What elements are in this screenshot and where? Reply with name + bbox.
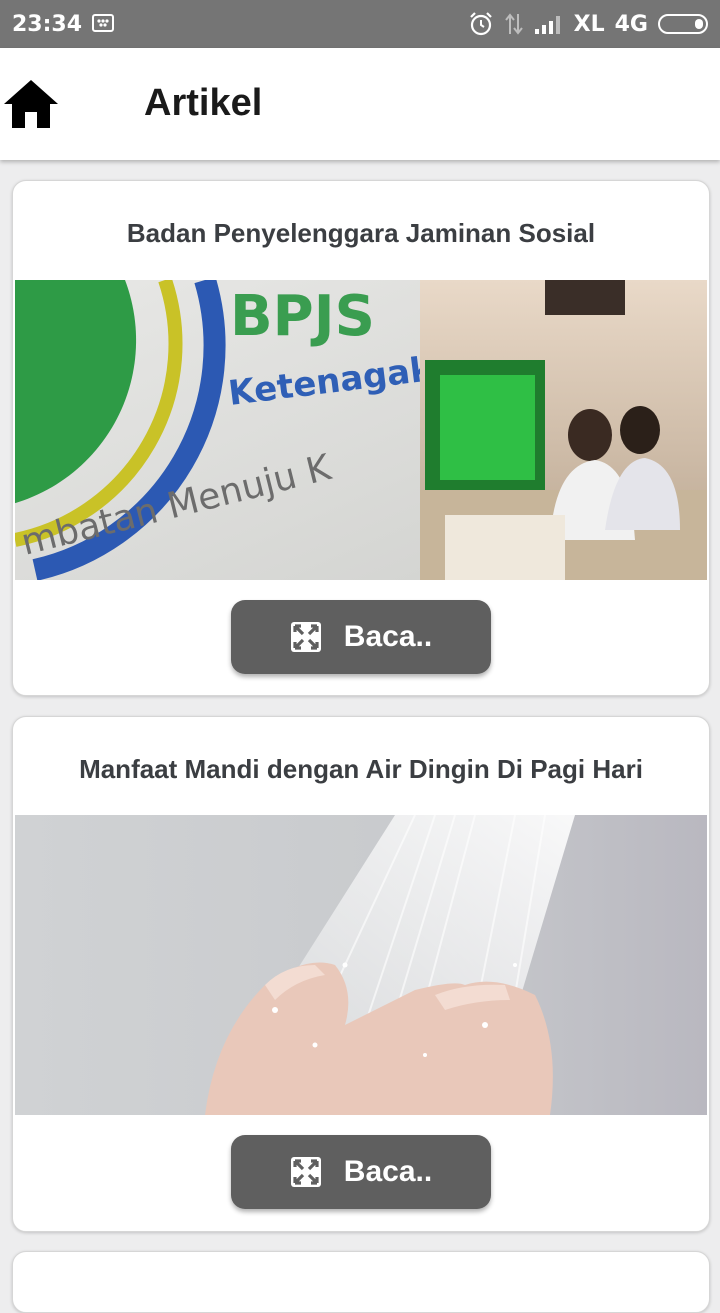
- article-title: Manfaat Mandi dengan Air Dingin Di Pagi …: [79, 754, 643, 784]
- signal-icon: [534, 13, 564, 35]
- article-title: Badan Penyelenggara Jaminan Sosial: [126, 218, 596, 248]
- status-bar: 23:34 XL 4G: [0, 0, 720, 48]
- article-card: Badan Penyelenggara Jaminan Sosial BPJS …: [12, 180, 710, 696]
- read-button-label: Baca..: [343, 620, 433, 653]
- article-image: [15, 815, 707, 1115]
- article-card: [12, 1251, 710, 1313]
- read-button-label: Baca..: [343, 1155, 433, 1188]
- article-card: Manfaat Mandi dengan Air Dingin Di Pagi …: [12, 716, 710, 1232]
- network-type-label: 4G: [614, 11, 648, 37]
- expand-icon: [290, 622, 321, 652]
- battery-icon: [658, 14, 708, 34]
- status-time: 23:34: [12, 11, 83, 37]
- read-button[interactable]: Baca..: [231, 1135, 491, 1209]
- home-icon: [4, 80, 58, 128]
- brand-text: BPJS: [230, 284, 375, 349]
- article-image: BPJS Ketenagakerjaan mbatan Menuju K: [15, 280, 707, 580]
- data-arrows-icon: [504, 12, 524, 36]
- page-title: Artikel: [144, 82, 263, 124]
- app-bar: Artikel: [0, 48, 720, 160]
- home-button[interactable]: [2, 78, 60, 130]
- alarm-icon: [468, 11, 494, 37]
- bbm-notification-icon: [92, 14, 115, 34]
- carrier-label: XL: [573, 11, 605, 37]
- read-button[interactable]: Baca..: [231, 600, 491, 674]
- expand-icon: [290, 1157, 321, 1187]
